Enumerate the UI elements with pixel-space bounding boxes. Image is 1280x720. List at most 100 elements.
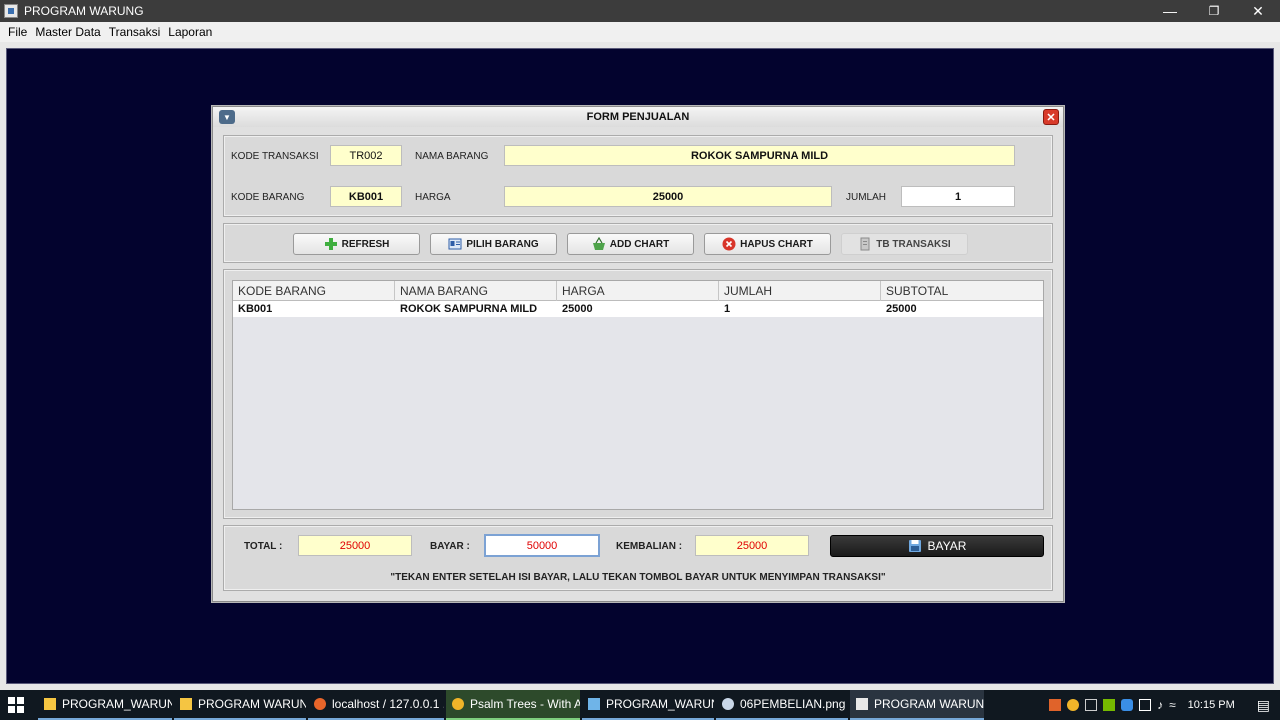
- add-chart-button[interactable]: ADD CHART: [567, 233, 694, 255]
- taskbar-item-folder[interactable]: PROGRAM_WARUNG: [38, 690, 172, 720]
- java-app-icon: [4, 4, 18, 18]
- menu-master-data[interactable]: Master Data: [31, 25, 104, 39]
- harga-label: HARGA: [415, 192, 451, 203]
- start-button[interactable]: [0, 690, 32, 720]
- folder-icon: [44, 698, 56, 710]
- taskbar-item-paint[interactable]: 06PEMBELIAN.png -...: [716, 690, 848, 720]
- form-penjualan-window: ▼ FORM PENJUALAN ✕ KODE TRANSAKSI TR002 …: [212, 106, 1064, 602]
- delete-icon: [722, 237, 736, 251]
- wifi-icon[interactable]: ≈: [1169, 698, 1176, 712]
- bluetooth-icon[interactable]: [1121, 699, 1134, 711]
- taskbar-item-label: PROGRAM WARUNG: [198, 697, 306, 711]
- cell-kode-barang: KB001: [238, 303, 273, 315]
- battery-icon[interactable]: [1139, 699, 1152, 711]
- taskbar-item-folder-2[interactable]: PROGRAM WARUNG: [174, 690, 306, 720]
- refresh-label: REFRESH: [341, 238, 390, 250]
- tb-transaksi-label: TB TRANSAKSI: [876, 238, 951, 250]
- frame-menu-icon[interactable]: ▼: [219, 110, 235, 124]
- refresh-button[interactable]: REFRESH: [293, 233, 420, 255]
- taskbar-item-netbeans[interactable]: PROGRAM_WARUN...: [582, 690, 714, 720]
- total-field[interactable]: 25000: [298, 535, 412, 556]
- taskbar-item-music[interactable]: Psalm Trees - With A...: [446, 690, 580, 720]
- volume-icon[interactable]: ♪: [1157, 698, 1163, 712]
- pilih-barang-button[interactable]: PILIH BARANG: [430, 233, 557, 255]
- input-panel: KODE TRANSAKSI TR002 NAMA BARANG ROKOK S…: [223, 135, 1053, 217]
- nama-barang-field[interactable]: ROKOK SAMPURNA MILD: [504, 145, 1015, 166]
- bayar-input[interactable]: 50000: [484, 534, 600, 557]
- hapus-chart-label: HAPUS CHART: [740, 238, 813, 250]
- table-panel: KODE BARANG NAMA BARANG HARGA JUMLAH SUB…: [223, 269, 1053, 519]
- cell-subtotal: 25000: [886, 303, 917, 315]
- column-header-jumlah[interactable]: JUMLAH: [719, 281, 881, 301]
- taskbar: PROGRAM_WARUNG PROGRAM WARUNG localhost …: [0, 690, 1280, 720]
- window-titlebar: PROGRAM WARUNG — ❐ ✕: [0, 0, 1280, 22]
- taskbar-item-label: Psalm Trees - With A...: [470, 697, 580, 711]
- taskbar-item-label: localhost / 127.0.0.1 ...: [332, 697, 444, 711]
- taskbar-item-label: 06PEMBELIAN.png -...: [740, 697, 848, 711]
- paint-icon: [722, 698, 734, 710]
- button-panel: REFRESH PILIH BARANG ADD CHART HAPUS CHA…: [223, 223, 1053, 263]
- menu-file[interactable]: File: [4, 25, 31, 39]
- form-title: FORM PENJUALAN: [586, 111, 690, 123]
- xampp-icon[interactable]: [1049, 699, 1062, 711]
- column-header-subtotal[interactable]: SUBTOTAL: [881, 281, 1043, 301]
- system-tray: ♪ ≈ 10:15 PM ▤: [1049, 690, 1280, 720]
- kembalian-field[interactable]: 25000: [695, 535, 809, 556]
- cart-table[interactable]: KODE BARANG NAMA BARANG HARGA JUMLAH SUB…: [232, 280, 1044, 510]
- windows-icon: [8, 697, 24, 713]
- taskbar-item-firefox[interactable]: localhost / 127.0.0.1 ...: [308, 690, 444, 720]
- add-chart-label: ADD CHART: [609, 238, 670, 250]
- taskbar-item-label: PROGRAM_WARUN...: [606, 697, 714, 711]
- save-disk-icon: [908, 540, 921, 552]
- kode-transaksi-label: KODE TRANSAKSI: [231, 151, 319, 162]
- menu-bar: File Master Data Transaksi Laporan: [0, 22, 1280, 42]
- firefox-icon: [314, 698, 326, 710]
- taskbar-item-java-app[interactable]: PROGRAM WARUNG: [850, 690, 984, 720]
- restore-button[interactable]: ❐: [1192, 0, 1236, 22]
- jumlah-field[interactable]: 1: [901, 186, 1015, 207]
- column-header-harga[interactable]: HARGA: [557, 281, 719, 301]
- payment-hint: "TEKAN ENTER SETELAH ISI BAYAR, LALU TEK…: [390, 572, 886, 583]
- nvidia-icon[interactable]: [1103, 699, 1116, 711]
- media-player-tray-icon[interactable]: [1067, 699, 1080, 711]
- bayar-button[interactable]: BAYAR: [830, 535, 1044, 557]
- cell-nama-barang: ROKOK SAMPURNA MILD: [400, 303, 538, 315]
- document-icon: [860, 237, 870, 251]
- taskbar-item-label: PROGRAM_WARUNG: [62, 697, 172, 711]
- kembalian-label: KEMBALIAN :: [616, 541, 683, 552]
- menu-transaksi[interactable]: Transaksi: [105, 25, 165, 39]
- close-window-button[interactable]: ✕: [1236, 0, 1280, 22]
- column-header-kode-barang[interactable]: KODE BARANG: [233, 281, 395, 301]
- folder-icon: [180, 698, 192, 710]
- basket-icon: [592, 237, 605, 250]
- keyboard-icon[interactable]: [1085, 699, 1098, 711]
- tb-transaksi-button[interactable]: TB TRANSAKSI: [841, 233, 968, 255]
- column-header-nama-barang[interactable]: NAMA BARANG: [395, 281, 557, 301]
- bayar-label: BAYAR :: [430, 541, 470, 552]
- payment-panel: TOTAL : 25000 BAYAR : 50000 KEMBALIAN : …: [223, 525, 1053, 591]
- media-player-icon: [452, 698, 464, 710]
- pilih-barang-label: PILIH BARANG: [466, 238, 539, 250]
- cell-jumlah: 1: [724, 303, 731, 315]
- menu-laporan[interactable]: Laporan: [164, 25, 216, 39]
- kode-barang-field[interactable]: KB001: [330, 186, 402, 207]
- netbeans-icon: [588, 698, 600, 710]
- table-header: KODE BARANG NAMA BARANG HARGA JUMLAH SUB…: [233, 281, 1043, 301]
- taskbar-item-label: PROGRAM WARUNG: [874, 697, 984, 711]
- harga-field[interactable]: 25000: [504, 186, 832, 207]
- form-close-button[interactable]: ✕: [1043, 109, 1059, 125]
- notification-icon[interactable]: ▤: [1257, 697, 1270, 714]
- table-row[interactable]: KB001 ROKOK SAMPURNA MILD 25000 1 25000: [233, 301, 1043, 317]
- cell-harga: 25000: [562, 303, 593, 315]
- java-app-icon: [856, 698, 868, 710]
- nama-barang-label: NAMA BARANG: [415, 151, 489, 162]
- clock[interactable]: 10:15 PM: [1188, 699, 1235, 711]
- kode-barang-label: KODE BARANG: [231, 192, 305, 203]
- plus-icon: [324, 238, 337, 250]
- minimize-button[interactable]: —: [1148, 0, 1192, 22]
- form-titlebar: ▼ FORM PENJUALAN ✕: [213, 107, 1063, 127]
- kode-transaksi-field[interactable]: TR002: [330, 145, 402, 166]
- jumlah-label: JUMLAH: [846, 192, 887, 203]
- window-title: PROGRAM WARUNG: [24, 4, 144, 18]
- hapus-chart-button[interactable]: HAPUS CHART: [704, 233, 831, 255]
